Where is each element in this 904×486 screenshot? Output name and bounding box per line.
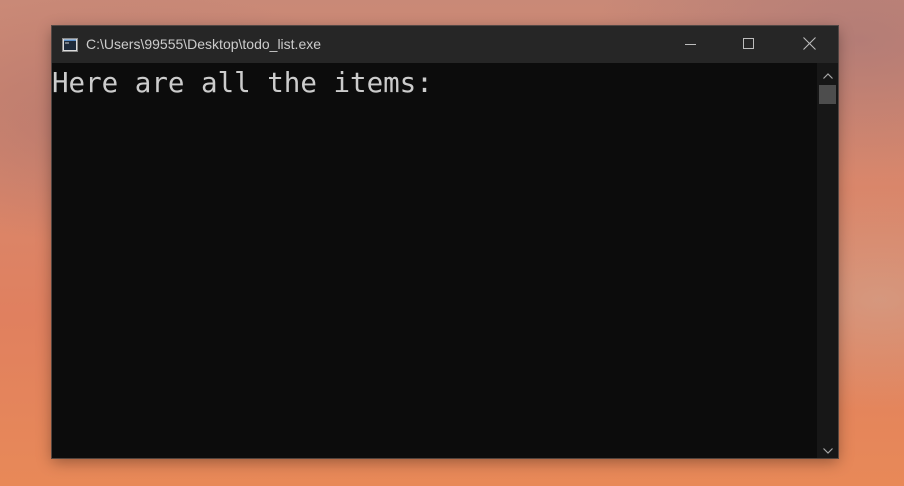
title-bar[interactable]: C:\Users\99555\Desktop\todo_list.exe	[52, 26, 838, 63]
minimize-icon	[685, 35, 697, 54]
close-button[interactable]	[780, 26, 838, 63]
close-icon	[802, 35, 816, 54]
console-line: Here are all the items:	[52, 67, 433, 99]
scroll-down-button[interactable]	[817, 438, 838, 458]
console-output[interactable]: Here are all the items:	[52, 63, 817, 458]
maximize-button[interactable]	[720, 26, 778, 63]
console-window: C:\Users\99555\Desktop\todo_list.exe Her…	[52, 26, 838, 458]
vertical-scrollbar[interactable]	[817, 63, 838, 458]
chevron-down-icon	[822, 439, 833, 458]
console-app-icon[interactable]	[62, 37, 78, 52]
maximize-icon	[743, 35, 755, 54]
scrollbar-thumb[interactable]	[819, 85, 836, 104]
scroll-up-button[interactable]	[817, 63, 838, 83]
chevron-up-icon	[822, 64, 833, 83]
window-title: C:\Users\99555\Desktop\todo_list.exe	[86, 36, 322, 52]
minimize-button[interactable]	[662, 26, 720, 63]
